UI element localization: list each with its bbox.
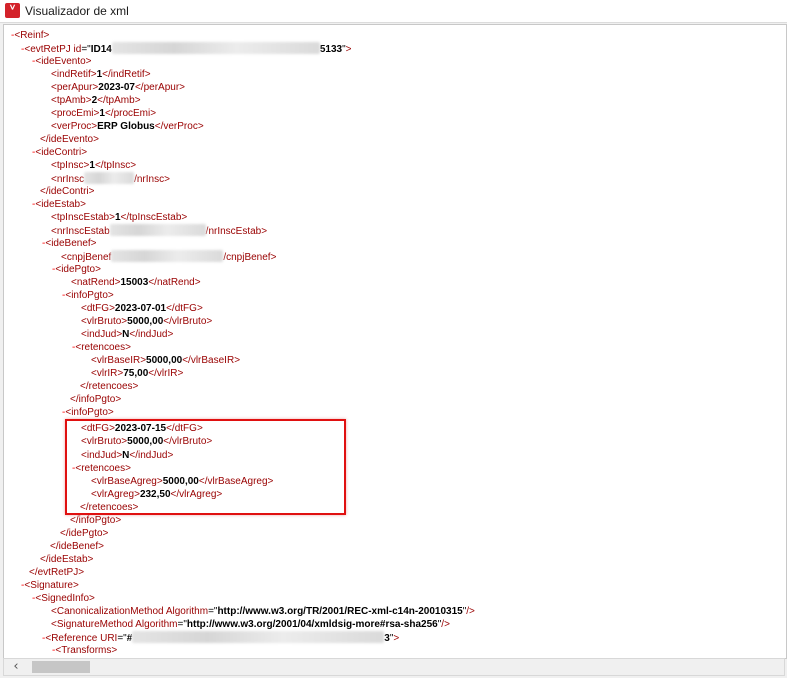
xml-close-evtretpj: </evtRetPJ>	[29, 567, 85, 578]
title-bar: ⱽ Visualizador de xml	[0, 0, 787, 23]
highlight-annotation-box	[65, 419, 346, 515]
window-title: Visualizador de xml	[25, 4, 129, 18]
scroll-left-arrow-icon[interactable]: ‹	[8, 660, 24, 674]
xml-close-idepgto: </idePgto>	[60, 528, 109, 539]
scrollbar-thumb[interactable]	[32, 661, 90, 673]
xml-element-nrinsc: <nrInsc/nrInsc>	[51, 172, 170, 185]
xml-element-verproc: <verProc>ERP Globus</verProc>	[51, 121, 204, 132]
xml-node-reference[interactable]: -<Reference URI="# 3">	[42, 631, 399, 644]
xml-close-retencoes: </retencoes>	[80, 381, 139, 392]
app-logo-icon: ⱽ	[5, 3, 20, 18]
xml-element-tpinscestab: <tpInscEstab>1</tpInscEstab>	[51, 212, 188, 223]
xml-element-tpinsc: <tpInsc>1</tpInsc>	[51, 160, 137, 171]
xml-close-idebenef: </ideBenef>	[50, 541, 104, 552]
xml-node-infopgto[interactable]: -<infoPgto>	[62, 289, 114, 302]
xml-node-evtretpj[interactable]: -<evtRetPJ id="ID14 5133">	[21, 42, 352, 55]
horizontal-scrollbar[interactable]: ‹	[3, 658, 785, 676]
xml-node-ideevento[interactable]: -<ideEvento>	[32, 55, 92, 68]
xml-viewer[interactable]: -<Reinf> -<evtRetPJ id="ID14 5133"> -<ide…	[3, 24, 787, 659]
xml-element-vlrbruto: <vlrBruto>5000,00</vlrBruto>	[81, 316, 213, 327]
xml-element-canonicalizationmethod: <CanonicalizationMethod Algorithm="http:…	[51, 606, 475, 617]
redacted-blur	[111, 250, 224, 262]
xml-close-ideevento: </ideEvento>	[40, 134, 99, 145]
xml-element-indretif: <indRetif>1</indRetif>	[51, 69, 151, 80]
xml-element-procemi: <procEmi>1</procEmi>	[51, 108, 157, 119]
xml-node-ideestab[interactable]: -<ideEstab>	[32, 198, 86, 211]
xml-node-infopgto[interactable]: -<infoPgto>	[62, 406, 114, 419]
xml-node-idebenef[interactable]: -<ideBenef>	[42, 237, 97, 250]
xml-element-indjud: <indJud>N</indJud>	[81, 329, 174, 340]
xml-element-cnpjbenef: <cnpjBenef/cnpjBenef>	[61, 250, 277, 263]
xml-element-natrend: <natRend>15003</natRend>	[71, 277, 201, 288]
redacted-blur	[132, 631, 385, 643]
xml-element-vlrir: <vlrIR>75,00</vlrIR>	[91, 368, 184, 379]
redacted-blur	[109, 224, 206, 236]
xml-element-perapur: <perApur>2023-07</perApur>	[51, 82, 186, 93]
xml-close-idecontri: </ideContri>	[40, 186, 95, 197]
xml-node-idecontri[interactable]: -<ideContri>	[32, 146, 87, 159]
xml-node-signedinfo[interactable]: -<SignedInfo>	[32, 592, 95, 605]
xml-close-ideestab: </ideEstab>	[40, 554, 94, 565]
xml-element-vlrbaseir: <vlrBaseIR>5000,00</vlrBaseIR>	[91, 355, 241, 366]
xml-node-retencoes[interactable]: -<retencoes>	[72, 341, 131, 354]
xml-element-nrinscestab: <nrInscEstab/nrInscEstab>	[51, 224, 268, 237]
xml-close-infopgto: </infoPgto>	[70, 394, 122, 405]
xml-node-idepgto[interactable]: -<idePgto>	[52, 263, 101, 276]
xml-node-reinf[interactable]: -<Reinf>	[11, 29, 49, 42]
xml-element-dtfg: <dtFG>2023-07-01</dtFG>	[81, 303, 203, 314]
xml-element-tpamb: <tpAmb>2</tpAmb>	[51, 95, 141, 106]
xml-node-transforms[interactable]: -<Transforms>	[52, 644, 117, 657]
xml-close-infopgto: </infoPgto>	[70, 515, 122, 526]
redacted-blur	[84, 172, 135, 184]
xml-node-signature[interactable]: -<Signature>	[21, 579, 79, 592]
xml-element-signaturemethod: <SignatureMethod Algorithm="http://www.w…	[51, 619, 450, 630]
redacted-blur	[111, 42, 320, 54]
